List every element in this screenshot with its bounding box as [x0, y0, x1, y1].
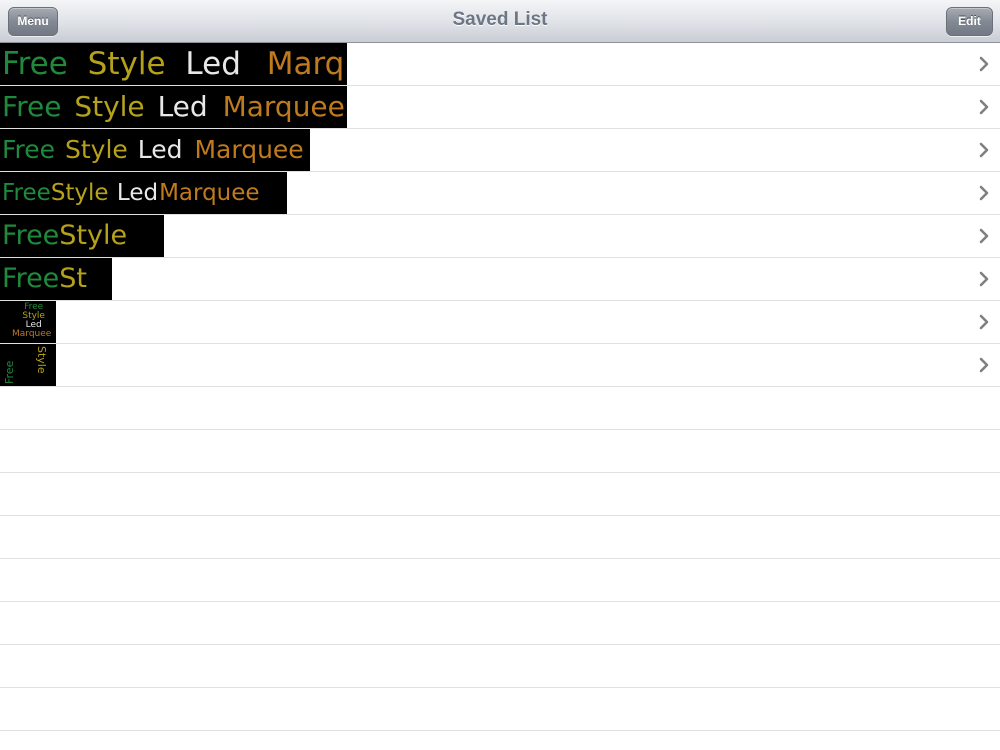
chevron-right-icon [979, 56, 989, 72]
edit-button[interactable]: Edit [946, 7, 993, 36]
marquee-text: Free Style Led Marquee [2, 135, 304, 164]
empty-row [0, 516, 1000, 559]
list-item[interactable]: FreeStyle LedMarquee [0, 172, 1000, 215]
marquee-thumbnail: Free Style Led Marquee [0, 301, 56, 343]
marquee-thumbnail: Free Style [0, 344, 56, 386]
marquee-text: FreeStyle LedMarquee [2, 180, 260, 206]
empty-row [0, 559, 1000, 602]
marquee-thumbnail: Free Style Led Marquee [0, 43, 347, 85]
empty-row [0, 602, 1000, 645]
chevron-right-icon [979, 228, 989, 244]
marquee-word: Marquee [12, 329, 52, 339]
empty-row [0, 645, 1000, 688]
navigation-bar: Menu Saved List Edit [0, 0, 1000, 43]
chevron-right-icon [979, 271, 989, 287]
marquee-word: Style [35, 346, 48, 374]
chevron-right-icon [979, 142, 989, 158]
marquee-text: FreeSt [2, 263, 88, 294]
empty-row [0, 387, 1000, 430]
chevron-right-icon [979, 185, 989, 201]
list-item[interactable]: Free Style Led Marquee [0, 86, 1000, 129]
list-item[interactable]: FreeSt [0, 258, 1000, 301]
chevron-right-icon [979, 99, 989, 115]
saved-list: Free Style Led Marquee Free Style Led Ma… [0, 43, 1000, 731]
empty-row [0, 430, 1000, 473]
list-item[interactable]: Free Style [0, 344, 1000, 387]
marquee-text: FreeStyle [2, 220, 128, 251]
marquee-thumbnail: Free Style Led Marquee [0, 129, 310, 171]
list-item[interactable]: FreeStyle [0, 215, 1000, 258]
marquee-thumbnail: FreeSt [0, 258, 112, 300]
list-item[interactable]: Free Style Led Marquee [0, 301, 1000, 344]
marquee-thumbnail: FreeStyle LedMarquee [0, 172, 287, 214]
marquee-word: Free [3, 360, 16, 384]
empty-row [0, 688, 1000, 731]
chevron-right-icon [979, 357, 989, 373]
marquee-text: Free Style Led Marquee [2, 46, 347, 82]
list-item[interactable]: Free Style Led Marquee [0, 43, 1000, 86]
marquee-thumbnail: Free Style Led Marquee [0, 86, 347, 128]
list-item[interactable]: Free Style Led Marquee [0, 129, 1000, 172]
marquee-text: Free Style Led Marquee [2, 90, 345, 123]
marquee-thumbnail: FreeStyle [0, 215, 164, 257]
chevron-right-icon [979, 314, 989, 330]
page-title: Saved List [452, 9, 548, 30]
empty-row [0, 473, 1000, 516]
